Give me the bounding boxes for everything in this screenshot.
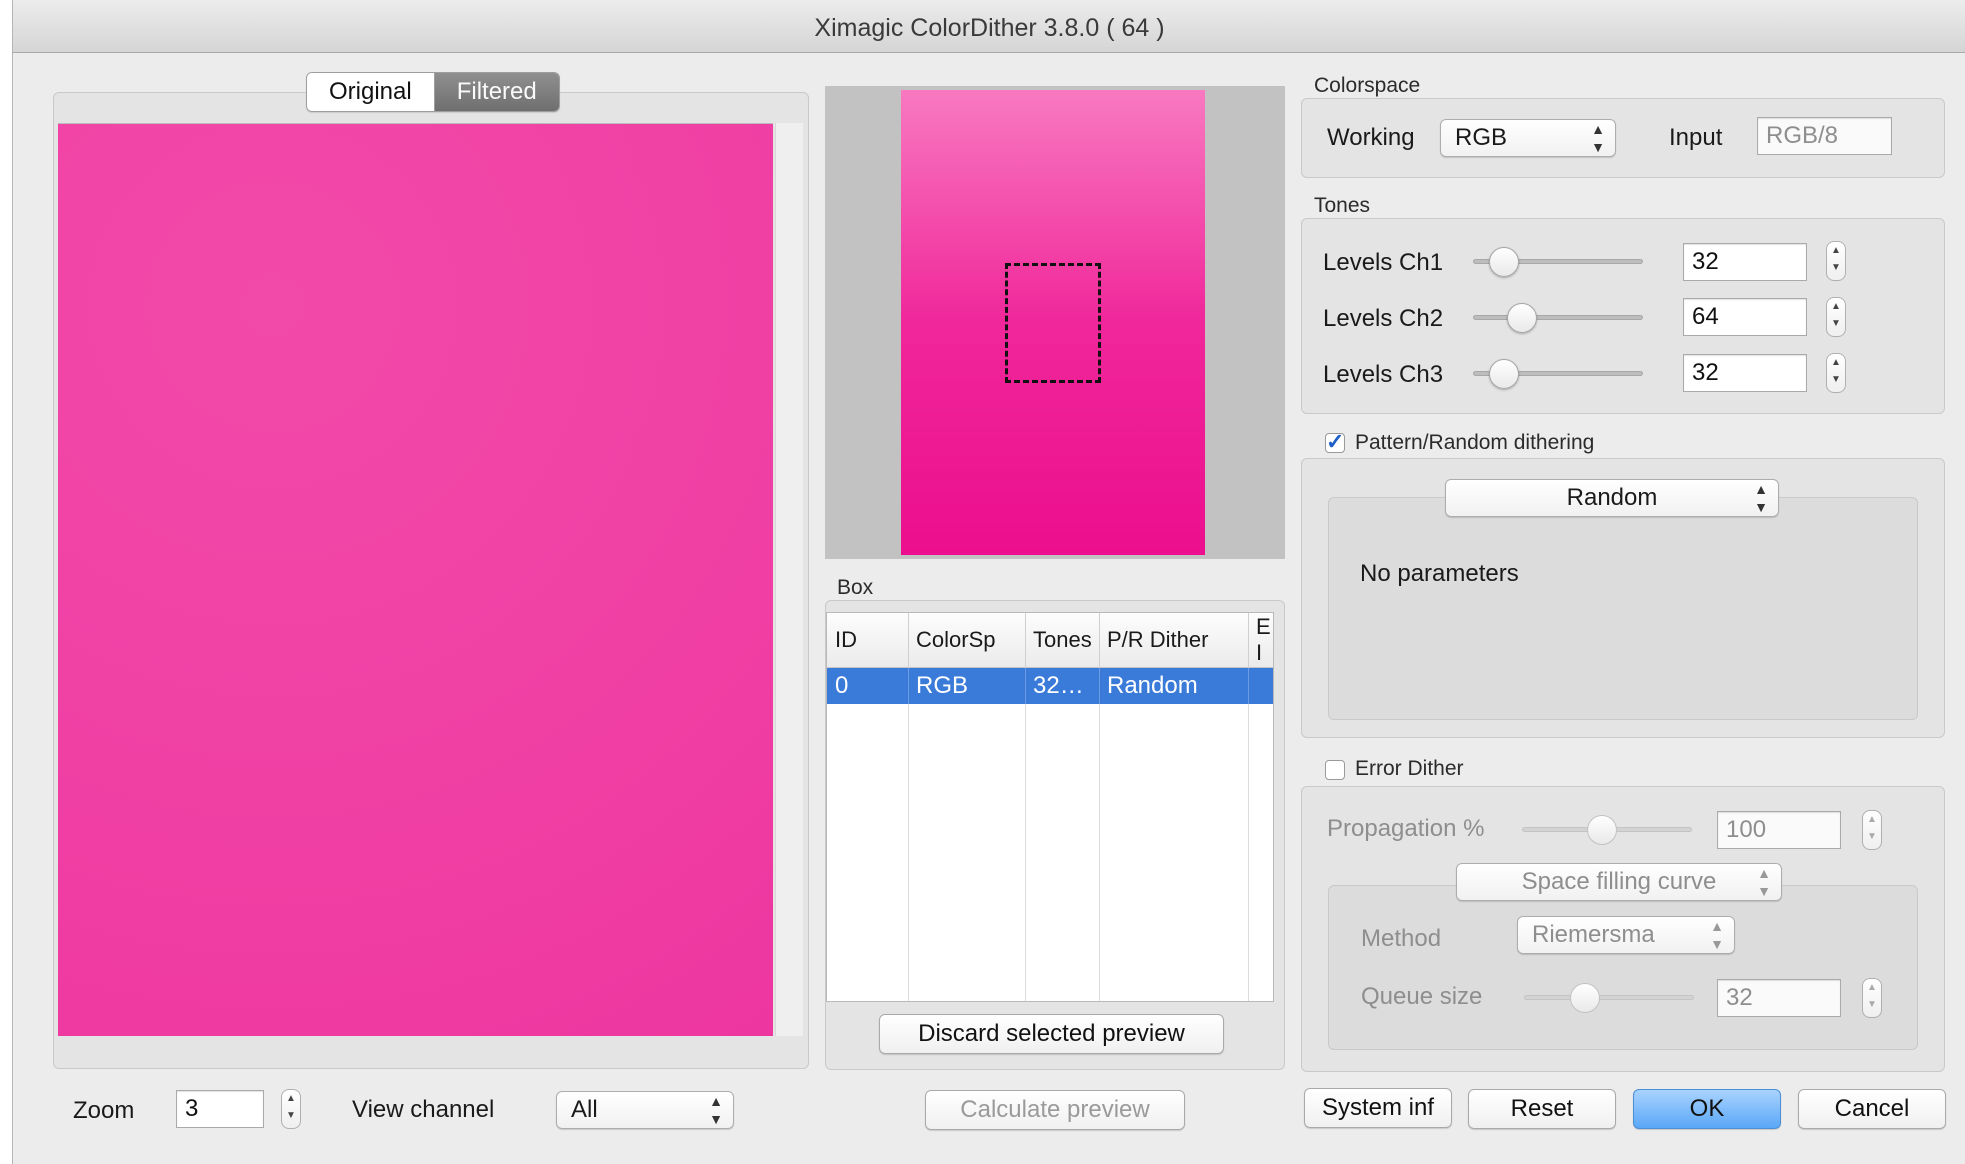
zoom-stepper[interactable]: ▲ ▼ [281,1089,301,1129]
levels-ch3-field[interactable]: 32 [1683,354,1807,392]
chevron-updown-icon: ▲ ▼ [1754,481,1768,515]
system-info-button[interactable]: System inf [1304,1088,1452,1128]
levels-ch1-stepper[interactable]: ▲ ▼ [1826,241,1846,281]
method-value: Riemersma [1532,921,1655,948]
propagation-stepper[interactable]: ▲ ▼ [1862,810,1882,850]
levels-ch2-stepper[interactable]: ▲ ▼ [1826,297,1846,337]
curve-select[interactable]: Space filling curve ▲ ▼ [1456,863,1782,901]
cell-ei [1249,668,1274,704]
dither-mode-value: Random [1566,484,1658,511]
column-header-pr-dither[interactable]: P/R Dither [1099,613,1249,668]
levels-ch2-slider[interactable] [1473,303,1643,333]
propagation-slider[interactable] [1522,815,1692,845]
cell-id: 0 [827,667,909,704]
pattern-random-checkbox[interactable]: ✓ [1325,431,1345,453]
queue-size-stepper[interactable]: ▲ ▼ [1862,978,1882,1018]
filtered-toggle-button[interactable]: Filtered [434,73,559,111]
table-row[interactable]: 0 RGB 32… Random [827,667,1274,704]
levels-ch1-slider[interactable] [1473,247,1643,277]
levels-ch2-field[interactable]: 64 [1683,298,1807,336]
pattern-params-box [1328,497,1918,720]
propagation-label: Propagation % [1327,815,1485,842]
levels-ch3-slider[interactable] [1473,359,1643,389]
column-header-colorsp[interactable]: ColorSp [908,613,1026,668]
queue-size-label: Queue size [1361,983,1483,1010]
no-parameters-text: No parameters [1360,560,1519,587]
navigator-viewport-rect[interactable] [1005,263,1101,383]
error-params-box [1328,885,1918,1050]
column-header-id[interactable]: ID [827,613,909,668]
input-colorspace-field: RGB/8 [1757,117,1892,155]
zoom-label: Zoom [73,1097,135,1124]
view-channel-label: View channel [352,1096,495,1123]
discard-selected-preview-button[interactable]: Discard selected preview [879,1014,1224,1054]
original-toggle-button[interactable]: Original [307,73,435,111]
queue-size-slider-knob[interactable] [1570,983,1601,1013]
levels-ch2-label: Levels Ch2 [1323,305,1444,332]
filtered-image-preview[interactable] [58,123,773,1036]
chevron-updown-icon: ▲ ▼ [709,1093,723,1127]
chevron-updown-icon: ▲ ▼ [1757,865,1771,899]
reset-button[interactable]: Reset [1468,1089,1616,1129]
queue-size-slider[interactable] [1524,983,1694,1013]
cancel-button[interactable]: Cancel [1798,1089,1946,1129]
window-title: Ximagic ColorDither 3.8.0 ( 64 ) [13,0,1965,53]
levels-ch2-slider-knob[interactable] [1507,303,1538,333]
levels-ch3-label: Levels Ch3 [1323,361,1444,388]
working-colorspace-select[interactable]: RGB ▲ ▼ [1440,119,1616,157]
working-label: Working [1327,124,1415,151]
input-label: Input [1669,124,1723,151]
error-dither-checkbox[interactable] [1325,760,1345,780]
box-label: Box [837,576,874,599]
view-channel-value: All [571,1096,598,1123]
pattern-random-label: Pattern/Random dithering [1355,431,1595,454]
working-colorspace-value: RGB [1455,124,1508,151]
levels-ch1-slider-knob[interactable] [1488,247,1519,277]
cell-pr-dither: Random [1099,667,1249,704]
cell-colorsp: RGB [908,667,1026,704]
column-header-ei[interactable]: E I [1249,613,1274,668]
levels-ch3-stepper[interactable]: ▲ ▼ [1826,353,1846,393]
column-header-tones[interactable]: Tones [1025,613,1100,668]
dither-mode-select[interactable]: Random ▲ ▼ [1445,479,1779,517]
ximagic-colordither-dialog: Ximagic ColorDither 3.8.0 ( 64 ) Origina… [12,0,1965,1164]
method-label: Method [1361,925,1442,952]
chevron-updown-icon: ▲ ▼ [1710,918,1724,952]
levels-ch1-label: Levels Ch1 [1323,249,1444,276]
chevron-updown-icon: ▲ ▼ [1591,121,1605,155]
levels-ch1-field[interactable]: 32 [1683,243,1807,281]
levels-ch3-slider-knob[interactable] [1488,359,1519,389]
method-select[interactable]: Riemersma ▲ ▼ [1517,916,1735,954]
calculate-preview-button[interactable]: Calculate preview [925,1090,1185,1130]
ok-button[interactable]: OK [1633,1089,1781,1129]
propagation-slider-knob[interactable] [1586,815,1617,845]
colorspace-label: Colorspace [1314,74,1421,97]
tones-label: Tones [1314,194,1371,217]
box-table: ID ColorSp Tones P/R Dither E I 0 RGB 32… [826,612,1274,1002]
error-dither-label: Error Dither [1355,757,1464,780]
propagation-field[interactable]: 100 [1717,811,1841,849]
view-toggle: Original Filtered [306,72,560,112]
cell-tones: 32… [1025,667,1100,704]
zoom-field[interactable]: 3 [176,1090,264,1128]
curve-value: Space filling curve [1521,868,1717,895]
queue-size-field[interactable]: 32 [1717,979,1841,1017]
view-channel-select[interactable]: All ▲ ▼ [556,1091,734,1129]
preview-scrollbar[interactable] [775,123,803,1036]
